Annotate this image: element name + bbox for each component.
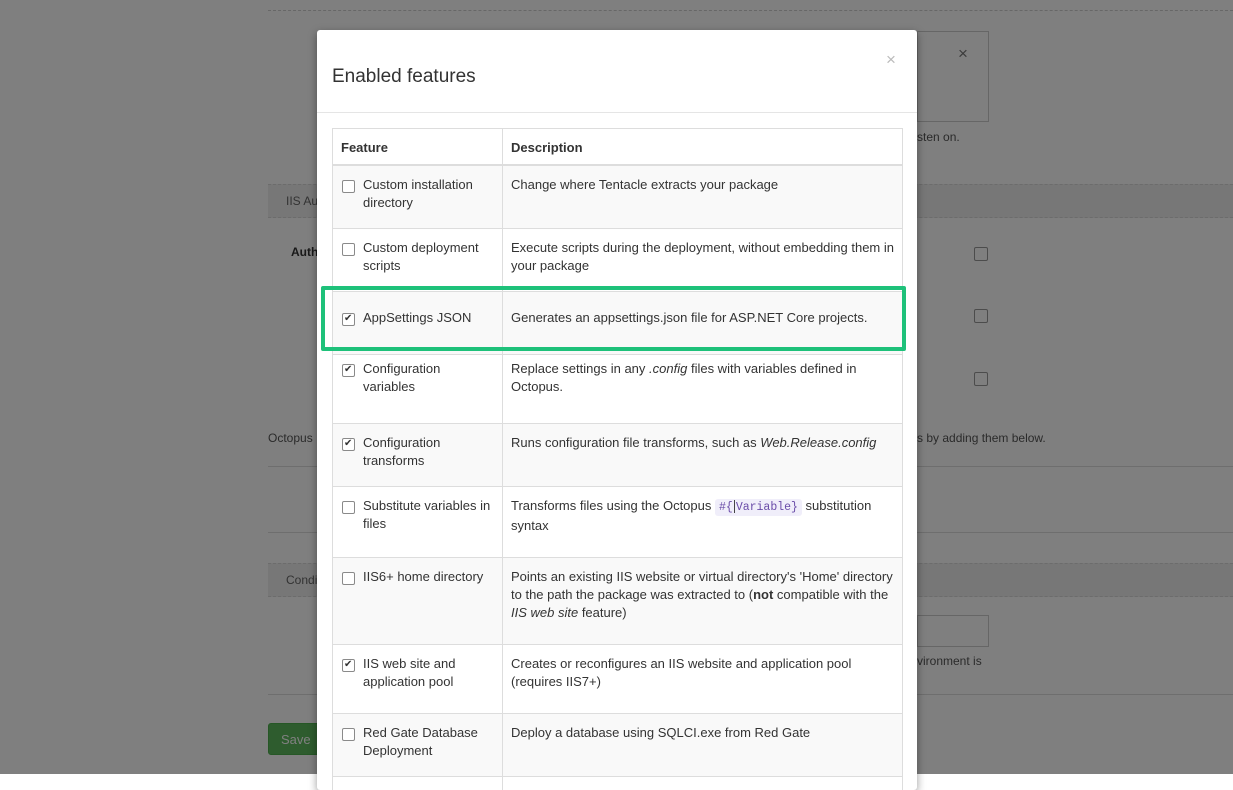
- feature-toggle-iis-web-site[interactable]: IIS web site and application pool: [341, 655, 494, 691]
- feature-toggle-configuration-variables[interactable]: Configuration variables: [341, 360, 494, 396]
- feature-label: IIS6+ home directory: [363, 568, 484, 584]
- feature-label: Custom installation directory: [363, 177, 473, 210]
- checkbox[interactable]: [342, 180, 355, 193]
- description-cell: Transforms files using the Octopus #{Var…: [502, 485, 903, 558]
- table-row: IIS6+ home directory Points an existing …: [332, 556, 903, 645]
- feature-label: Substitute variables in files: [363, 497, 491, 531]
- feature-cell: Substitute variables in files: [332, 485, 503, 558]
- feature-cell: Configuration variables: [332, 353, 503, 424]
- feature-label: IIS web site and application pool: [363, 655, 456, 689]
- checkbox[interactable]: [342, 571, 355, 585]
- column-header-feature: Feature: [332, 128, 503, 166]
- emphasis-text: Web.Release.config: [760, 434, 877, 450]
- description-cell: Replace settings in any .config files wi…: [502, 353, 903, 424]
- table-row: [332, 775, 903, 790]
- table-row: Configuration variables Replace settings…: [332, 353, 903, 424]
- features-table: Feature Description Custom installation …: [332, 128, 903, 790]
- description-text: Generates an appsettings.json file for A…: [511, 309, 868, 325]
- description-text: Creates or reconfigures an IIS website a…: [511, 655, 852, 689]
- feature-cell: IIS web site and application pool: [332, 643, 503, 714]
- feature-label: Configuration transforms: [363, 434, 441, 468]
- table-row: Custom installation directory Change whe…: [332, 164, 903, 229]
- feature-cell: [332, 775, 503, 790]
- description-text: Runs configuration file transforms, such…: [511, 434, 761, 450]
- checkbox[interactable]: [342, 362, 355, 378]
- description-cell: [502, 775, 903, 790]
- text-cursor-icon: [733, 499, 735, 513]
- table-row: AppSettings JSON Generates an appsetting…: [332, 290, 903, 355]
- description-cell: Points an existing IIS website or virtua…: [502, 556, 903, 645]
- checkbox[interactable]: [342, 311, 355, 327]
- feature-cell: AppSettings JSON: [332, 290, 503, 355]
- table-row: Red Gate Database Deployment Deploy a da…: [332, 712, 903, 777]
- variable-syntax-code: #{Variable}: [715, 498, 802, 516]
- checkbox[interactable]: [342, 500, 355, 514]
- checkbox[interactable]: [342, 436, 355, 452]
- description-cell: Runs configuration file transforms, such…: [502, 422, 903, 487]
- strong-text: not: [753, 586, 774, 602]
- feature-label: Custom deployment scripts: [363, 239, 479, 273]
- checkbox[interactable]: [342, 242, 355, 256]
- description-text: Transforms files using the Octopus: [511, 497, 715, 513]
- close-icon[interactable]: ×: [886, 50, 896, 70]
- modal-title: Enabled features: [332, 66, 476, 87]
- feature-toggle-appsettings-json[interactable]: AppSettings JSON: [341, 309, 494, 327]
- feature-label: Configuration variables: [363, 360, 441, 394]
- feature-cell: Custom deployment scripts: [332, 227, 503, 292]
- description-text: feature): [578, 604, 627, 620]
- checkbox[interactable]: [342, 727, 355, 741]
- feature-cell: IIS6+ home directory: [332, 556, 503, 645]
- description-cell: Deploy a database using SQLCI.exe from R…: [502, 712, 903, 777]
- feature-toggle-substitute-variables[interactable]: Substitute variables in files: [341, 497, 494, 533]
- feature-toggle-iis6-home-directory[interactable]: IIS6+ home directory: [341, 568, 494, 586]
- feature-toggle-custom-deployment-scripts[interactable]: Custom deployment scripts: [341, 239, 494, 275]
- enabled-features-modal: Enabled features × Feature Description C…: [317, 30, 917, 790]
- feature-toggle-configuration-transforms[interactable]: Configuration transforms: [341, 434, 494, 470]
- description-text: compatible with the: [773, 586, 889, 602]
- description-text: Change where Tentacle extracts your pack…: [511, 177, 779, 192]
- emphasis-text: IIS web site: [511, 604, 579, 620]
- description-text: Deploy a database using SQLCI.exe from R…: [511, 724, 811, 740]
- modal-header: Enabled features ×: [317, 30, 917, 113]
- table-row: Substitute variables in files Transforms…: [332, 485, 903, 558]
- feature-label: AppSettings JSON: [363, 309, 472, 325]
- description-text: Execute scripts during the deployment, w…: [511, 239, 894, 273]
- description-cell: Generates an appsettings.json file for A…: [502, 290, 903, 355]
- table-row: IIS web site and application pool Create…: [332, 643, 903, 714]
- checkbox[interactable]: [342, 657, 355, 673]
- feature-toggle-custom-installation-directory[interactable]: Custom installation directory: [341, 176, 494, 212]
- table-row: Custom deployment scripts Execute script…: [332, 227, 903, 292]
- column-header-description: Description: [502, 128, 903, 166]
- description-cell: Execute scripts during the deployment, w…: [502, 227, 903, 292]
- feature-toggle-red-gate-database[interactable]: Red Gate Database Deployment: [341, 724, 494, 760]
- feature-label: Red Gate Database Deployment: [363, 724, 478, 758]
- table-header-row: Feature Description: [332, 128, 903, 166]
- description-text: Replace settings in any: [511, 360, 650, 376]
- feature-cell: Red Gate Database Deployment: [332, 712, 503, 777]
- description-cell: Change where Tentacle extracts your pack…: [502, 164, 903, 229]
- feature-cell: Configuration transforms: [332, 422, 503, 487]
- description-cell: Creates or reconfigures an IIS website a…: [502, 643, 903, 714]
- emphasis-text: .config: [649, 360, 688, 376]
- feature-cell: Custom installation directory: [332, 164, 503, 229]
- table-row: Configuration transforms Runs configurat…: [332, 422, 903, 487]
